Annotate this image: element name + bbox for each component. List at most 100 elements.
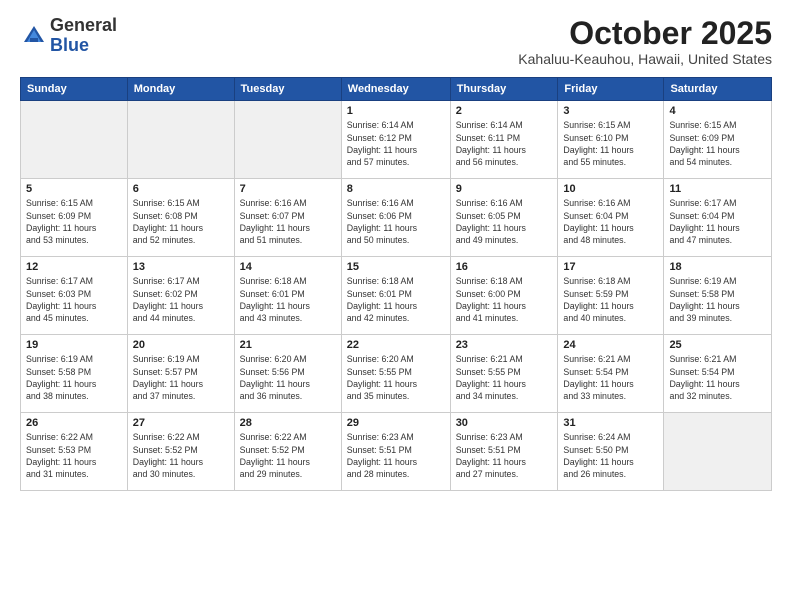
day-number: 4 <box>669 105 766 117</box>
day-info: Sunrise: 6:20 AM Sunset: 5:56 PM Dayligh… <box>240 353 336 402</box>
title-block: October 2025 Kahaluu-Keauhou, Hawaii, Un… <box>518 16 772 67</box>
day-info: Sunrise: 6:21 AM Sunset: 5:55 PM Dayligh… <box>456 353 553 402</box>
calendar-cell: 4Sunrise: 6:15 AM Sunset: 6:09 PM Daylig… <box>664 101 772 179</box>
day-info: Sunrise: 6:16 AM Sunset: 6:06 PM Dayligh… <box>347 197 445 246</box>
calendar-day-header: Tuesday <box>234 78 341 101</box>
day-number: 9 <box>456 183 553 195</box>
day-number: 10 <box>563 183 658 195</box>
calendar-cell: 5 Sunrise: 6:15 AM Sunset: 6:09 PM Daylig… <box>21 179 128 257</box>
day-number: 19 <box>26 339 122 351</box>
day-number: 12 <box>26 261 122 273</box>
day-info: Sunrise: 6:22 AM Sunset: 5:52 PM Dayligh… <box>133 431 229 480</box>
day-info: Sunrise: 6:14 AM Sunset: 6:11 PM Dayligh… <box>456 119 553 168</box>
day-number: 3 <box>563 105 658 117</box>
day-info: Sunrise: 6:19 AM Sunset: 5:57 PM Dayligh… <box>133 353 229 402</box>
day-info: Sunrise: 6:19 AM Sunset: 5:58 PM Dayligh… <box>26 353 122 402</box>
calendar-cell: 30Sunrise: 6:23 AM Sunset: 5:51 PM Dayli… <box>450 413 558 491</box>
day-info: Sunrise: 6:23 AM Sunset: 5:51 PM Dayligh… <box>347 431 445 480</box>
day-info: Sunrise: 6:22 AM Sunset: 5:52 PM Dayligh… <box>240 431 336 480</box>
day-number: 21 <box>240 339 336 351</box>
page: General Blue October 2025 Kahaluu-Keauho… <box>0 0 792 612</box>
day-info: Sunrise: 6:21 AM Sunset: 5:54 PM Dayligh… <box>669 353 766 402</box>
day-number: 23 <box>456 339 553 351</box>
calendar-cell: 2 Sunrise: 6:14 AM Sunset: 6:11 PM Daylig… <box>450 101 558 179</box>
day-number: 29 <box>347 417 445 429</box>
calendar-cell: 22Sunrise: 6:20 AM Sunset: 5:55 PM Dayli… <box>341 335 450 413</box>
day-number: 14 <box>240 261 336 273</box>
day-number: 31 <box>563 417 658 429</box>
day-number: 26 <box>26 417 122 429</box>
day-info: Sunrise: 6:18 AM Sunset: 6:00 PM Dayligh… <box>456 275 553 324</box>
calendar-cell: 28 Sunrise: 6:22 AM Sunset: 5:52 PM Dayli… <box>234 413 341 491</box>
day-number: 17 <box>563 261 658 273</box>
location: Kahaluu-Keauhou, Hawaii, United States <box>518 51 772 67</box>
calendar-cell: 26 Sunrise: 6:22 AM Sunset: 5:53 PM Dayli… <box>21 413 128 491</box>
calendar-cell <box>234 101 341 179</box>
calendar-day-header: Monday <box>127 78 234 101</box>
day-info: Sunrise: 6:22 AM Sunset: 5:53 PM Dayligh… <box>26 431 122 480</box>
day-info: Sunrise: 6:17 AM Sunset: 6:03 PM Dayligh… <box>26 275 122 324</box>
day-info: Sunrise: 6:24 AM Sunset: 5:50 PM Dayligh… <box>563 431 658 480</box>
calendar-week-row: 19 Sunrise: 6:19 AM Sunset: 5:58 PM Dayli… <box>21 335 772 413</box>
day-info: Sunrise: 6:17 AM Sunset: 6:02 PM Dayligh… <box>133 275 229 324</box>
day-info: Sunrise: 6:19 AM Sunset: 5:58 PM Dayligh… <box>669 275 766 324</box>
day-number: 6 <box>133 183 229 195</box>
day-number: 13 <box>133 261 229 273</box>
calendar-cell: 12 Sunrise: 6:17 AM Sunset: 6:03 PM Dayli… <box>21 257 128 335</box>
calendar-cell: 14 Sunrise: 6:18 AM Sunset: 6:01 PM Dayli… <box>234 257 341 335</box>
day-number: 18 <box>669 261 766 273</box>
day-info: Sunrise: 6:15 AM Sunset: 6:08 PM Dayligh… <box>133 197 229 246</box>
calendar-cell: 29 Sunrise: 6:23 AM Sunset: 5:51 PM Dayli… <box>341 413 450 491</box>
calendar-cell: 8 Sunrise: 6:16 AM Sunset: 6:06 PM Daylig… <box>341 179 450 257</box>
calendar-cell: 15Sunrise: 6:18 AM Sunset: 6:01 PM Dayli… <box>341 257 450 335</box>
calendar-cell: 9 Sunrise: 6:16 AM Sunset: 6:05 PM Daylig… <box>450 179 558 257</box>
calendar-day-header: Friday <box>558 78 664 101</box>
logo: General Blue <box>20 16 117 56</box>
day-info: Sunrise: 6:16 AM Sunset: 6:05 PM Dayligh… <box>456 197 553 246</box>
calendar-week-row: 26 Sunrise: 6:22 AM Sunset: 5:53 PM Dayli… <box>21 413 772 491</box>
calendar-week-row: 1Sunrise: 6:14 AM Sunset: 6:12 PM Daylig… <box>21 101 772 179</box>
day-number: 20 <box>133 339 229 351</box>
logo-text: General Blue <box>50 16 117 56</box>
day-info: Sunrise: 6:15 AM Sunset: 6:09 PM Dayligh… <box>26 197 122 246</box>
day-info: Sunrise: 6:23 AM Sunset: 5:51 PM Dayligh… <box>456 431 553 480</box>
calendar-cell: 6 Sunrise: 6:15 AM Sunset: 6:08 PM Daylig… <box>127 179 234 257</box>
calendar-cell: 19 Sunrise: 6:19 AM Sunset: 5:58 PM Dayli… <box>21 335 128 413</box>
calendar-day-header: Wednesday <box>341 78 450 101</box>
calendar-week-row: 5 Sunrise: 6:15 AM Sunset: 6:09 PM Daylig… <box>21 179 772 257</box>
calendar-cell: 11Sunrise: 6:17 AM Sunset: 6:04 PM Dayli… <box>664 179 772 257</box>
day-number: 7 <box>240 183 336 195</box>
day-info: Sunrise: 6:18 AM Sunset: 5:59 PM Dayligh… <box>563 275 658 324</box>
calendar-cell: 20 Sunrise: 6:19 AM Sunset: 5:57 PM Dayli… <box>127 335 234 413</box>
calendar-cell: 24 Sunrise: 6:21 AM Sunset: 5:54 PM Dayli… <box>558 335 664 413</box>
day-number: 5 <box>26 183 122 195</box>
day-number: 2 <box>456 105 553 117</box>
calendar-cell: 18 Sunrise: 6:19 AM Sunset: 5:58 PM Dayli… <box>664 257 772 335</box>
day-number: 28 <box>240 417 336 429</box>
day-info: Sunrise: 6:18 AM Sunset: 6:01 PM Dayligh… <box>240 275 336 324</box>
calendar-cell: 25 Sunrise: 6:21 AM Sunset: 5:54 PM Dayli… <box>664 335 772 413</box>
calendar-cell: 27 Sunrise: 6:22 AM Sunset: 5:52 PM Dayli… <box>127 413 234 491</box>
day-number: 27 <box>133 417 229 429</box>
calendar-day-header: Thursday <box>450 78 558 101</box>
calendar-day-header: Sunday <box>21 78 128 101</box>
day-number: 24 <box>563 339 658 351</box>
day-info: Sunrise: 6:18 AM Sunset: 6:01 PM Dayligh… <box>347 275 445 324</box>
day-number: 22 <box>347 339 445 351</box>
day-number: 8 <box>347 183 445 195</box>
calendar-cell: 17 Sunrise: 6:18 AM Sunset: 5:59 PM Dayli… <box>558 257 664 335</box>
day-number: 25 <box>669 339 766 351</box>
logo-general: General <box>50 15 117 35</box>
calendar-cell: 1Sunrise: 6:14 AM Sunset: 6:12 PM Daylig… <box>341 101 450 179</box>
day-info: Sunrise: 6:15 AM Sunset: 6:10 PM Dayligh… <box>563 119 658 168</box>
calendar-cell: 21 Sunrise: 6:20 AM Sunset: 5:56 PM Dayli… <box>234 335 341 413</box>
calendar-cell <box>21 101 128 179</box>
logo-blue: Blue <box>50 35 89 55</box>
day-info: Sunrise: 6:17 AM Sunset: 6:04 PM Dayligh… <box>669 197 766 246</box>
day-number: 1 <box>347 105 445 117</box>
calendar-cell: 16 Sunrise: 6:18 AM Sunset: 6:00 PM Dayli… <box>450 257 558 335</box>
day-number: 16 <box>456 261 553 273</box>
calendar-cell <box>127 101 234 179</box>
day-info: Sunrise: 6:16 AM Sunset: 6:04 PM Dayligh… <box>563 197 658 246</box>
day-info: Sunrise: 6:21 AM Sunset: 5:54 PM Dayligh… <box>563 353 658 402</box>
